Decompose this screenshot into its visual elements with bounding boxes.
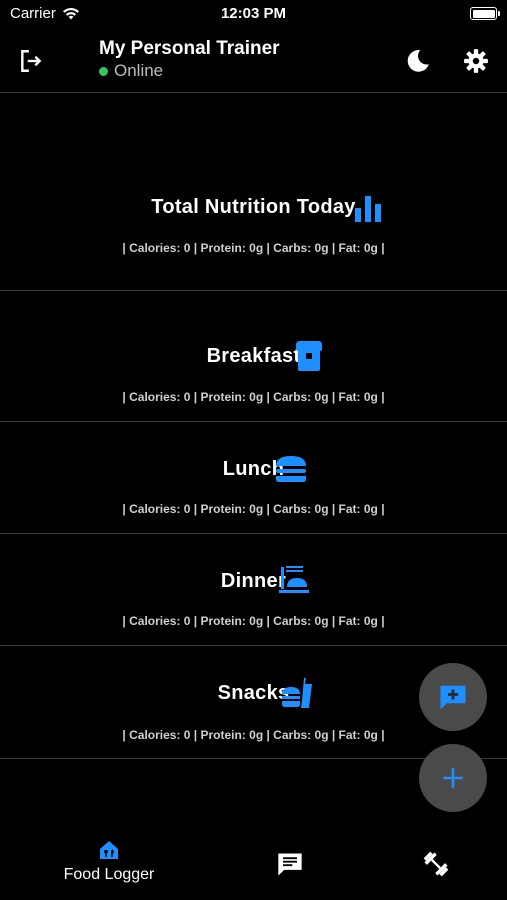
nav-food-logger-label: Food Logger <box>63 866 155 883</box>
status-label: Online <box>114 61 164 80</box>
logout-icon <box>21 50 42 72</box>
dumbbell-icon <box>423 851 449 877</box>
nav-workout[interactable] <box>418 850 454 878</box>
moon-icon <box>407 50 429 72</box>
status-dot <box>99 66 108 76</box>
meal-stats-breakfast: | Calories: 0 | Protein: 0g | Carbs: 0g … <box>122 390 385 404</box>
burger-icon <box>276 456 306 482</box>
total-nutrition-stats: | Calories: 0 | Protein: 0g | Carbs: 0g … <box>122 241 385 255</box>
app-title: My Personal Trainer <box>99 38 280 59</box>
meal-section-dinner[interactable]: Dinner | Calories: 0 | Protein: 0g | Car… <box>0 534 507 646</box>
dinner-icon <box>279 566 309 593</box>
meal-title-breakfast: Breakfast <box>206 345 301 367</box>
status-time: 12:03 PM <box>220 5 287 22</box>
meal-title-snacks: Snacks <box>217 682 290 704</box>
battery-icon <box>470 7 500 20</box>
settings-button[interactable] <box>459 44 493 78</box>
bar-chart-icon <box>355 196 381 222</box>
gear-icon <box>464 49 488 73</box>
meal-section-breakfast[interactable]: Breakfast | Calories: 0 | Protein: 0g | … <box>0 291 507 422</box>
nav-chat[interactable] <box>272 850 308 878</box>
plus-icon <box>443 768 463 788</box>
online-status: Online <box>99 61 280 81</box>
total-nutrition-section: Total Nutrition Today | Calories: 0 | Pr… <box>0 94 507 291</box>
status-bar: Carrier 12:03 PM <box>0 0 507 30</box>
breakfast-icon <box>296 341 322 371</box>
fastfood-icon <box>282 678 312 708</box>
food-logger-icon <box>100 841 118 859</box>
add-comment-fab[interactable] <box>419 663 487 731</box>
meal-stats-snacks: | Calories: 0 | Protein: 0g | Carbs: 0g … <box>122 728 385 742</box>
add-comment-icon <box>440 685 466 710</box>
meal-stats-lunch: | Calories: 0 | Protein: 0g | Carbs: 0g … <box>122 502 385 516</box>
header-title-block: My Personal Trainer Online <box>99 38 280 81</box>
logout-button[interactable] <box>14 44 48 78</box>
add-food-fab[interactable] <box>419 744 487 812</box>
chat-icon <box>278 853 302 876</box>
dark-mode-toggle[interactable] <box>401 44 435 78</box>
nav-food-logger[interactable]: Food Logger <box>55 838 163 884</box>
meal-stats-dinner: | Calories: 0 | Protein: 0g | Carbs: 0g … <box>122 614 385 628</box>
app-header: My Personal Trainer Online <box>0 30 507 93</box>
meal-section-lunch[interactable]: Lunch | Calories: 0 | Protein: 0g | Carb… <box>0 422 507 534</box>
total-nutrition-title: Total Nutrition Today <box>151 196 356 218</box>
bottom-navigation: Food Logger <box>0 830 507 900</box>
